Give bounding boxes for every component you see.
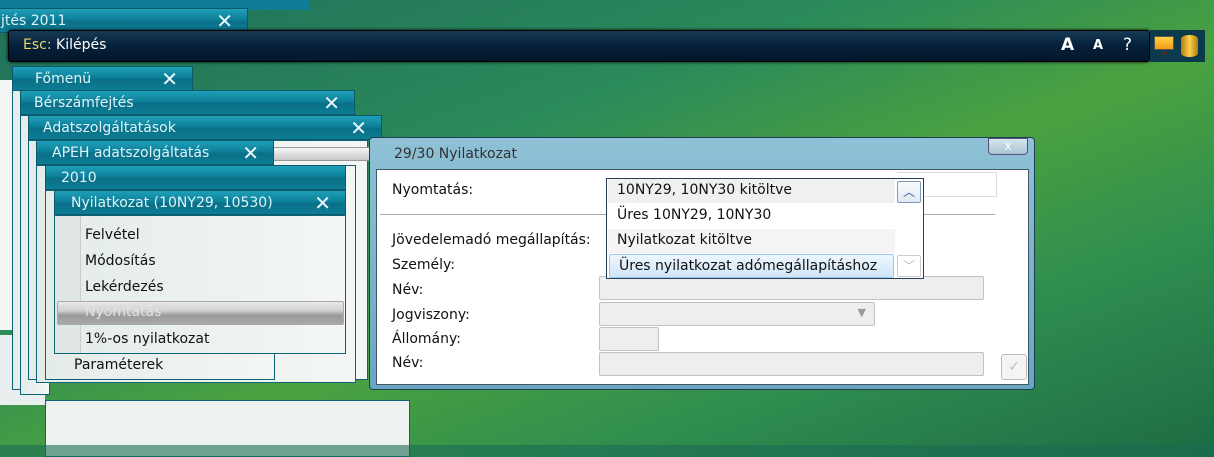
menu-item-parameterek[interactable]: Paraméterek xyxy=(74,357,163,373)
help-button[interactable]: ? xyxy=(1123,35,1132,55)
close-icon[interactable]: ✕ xyxy=(242,141,259,166)
chevron-down-icon: ▼ xyxy=(857,306,866,319)
dropdown-option[interactable]: Nyilatkozat kitöltve xyxy=(608,229,895,253)
window-2010[interactable]: 2010 xyxy=(45,165,346,190)
window-adatszolgaltatasok[interactable]: Adatszolgáltatások ✕ xyxy=(28,115,382,140)
close-icon[interactable]: ✕ xyxy=(323,91,340,116)
staff-field[interactable] xyxy=(599,327,659,351)
window-title-text: 2010 xyxy=(61,170,97,186)
chevron-down-icon: ﹀ xyxy=(897,255,921,277)
nyilatkozat-dialog: 29/30 Nyilatkozat x Nyomtatás: Jövedelem… xyxy=(369,137,1035,390)
menu-item-modositas[interactable]: Módosítás xyxy=(85,253,156,269)
exit-label: Kilépés xyxy=(56,37,107,53)
window-apeh[interactable]: APEH adatszolgáltatás ✕ xyxy=(36,140,274,165)
dialog-title: 29/30 Nyilatkozat xyxy=(394,146,517,162)
dialog-close-button[interactable]: x xyxy=(988,138,1028,155)
nyilatkozat-menu: Felvétel Módosítás Lekérdezés Nyomtatás … xyxy=(54,215,346,354)
exit-button[interactable]: Esc: Kilépés xyxy=(23,37,106,53)
menu-item-1-percent[interactable]: 1%-os nyilatkozat xyxy=(85,331,209,347)
monitor-icon[interactable] xyxy=(1154,36,1174,50)
monitor-stand-icon xyxy=(1161,51,1167,55)
person-field[interactable] xyxy=(599,276,984,300)
staff-label: Állomány: xyxy=(392,331,461,347)
menu-gutter xyxy=(55,216,81,353)
relation-label: Jogviszony: xyxy=(392,307,470,323)
close-icon[interactable]: ✕ xyxy=(350,116,367,141)
window-nyilatkozat[interactable]: Nyilatkozat (10NY29, 10530) ✕ xyxy=(54,190,346,215)
confirm-button[interactable]: ✓ xyxy=(1001,354,1027,380)
menu-item-nyomtatas[interactable]: Nyomtatás xyxy=(57,301,344,325)
menu-item-lekerdezes[interactable]: Lekérdezés xyxy=(85,279,164,295)
tax-label: Jövedelemadó megállapítás: xyxy=(392,232,591,248)
background-strip xyxy=(0,445,1214,457)
window-title-text: Főmenü xyxy=(35,71,92,87)
top-toolbar: Esc: Kilépés A A ? xyxy=(8,30,1150,62)
chevron-up-icon[interactable]: ︿ xyxy=(897,181,921,203)
font-large-button[interactable]: A xyxy=(1061,35,1074,55)
database-icon[interactable] xyxy=(1181,35,1198,57)
close-icon[interactable]: ✕ xyxy=(161,67,178,92)
dropdown-selected[interactable]: 10NY29, 10NY30 kitöltve xyxy=(608,179,895,203)
window-title-text: Nyilatkozat (10NY29, 10530) xyxy=(71,195,273,211)
name2-field[interactable] xyxy=(599,352,984,376)
close-icon[interactable]: ✕ xyxy=(314,191,331,216)
window-fomenu[interactable]: Főmenü ✕ xyxy=(12,66,193,91)
dialog-body: Nyomtatás: Jövedelemadó megállapítás: Sz… xyxy=(376,169,1029,385)
name2-label: Név: xyxy=(392,355,424,371)
name-label: Név: xyxy=(392,282,424,298)
dropdown-option[interactable]: Üres 10NY29, 10NY30 xyxy=(608,204,895,228)
person-label: Személy: xyxy=(392,257,455,273)
font-small-button[interactable]: A xyxy=(1093,38,1103,53)
window-title-text: jtés 2011 xyxy=(1,13,67,29)
gray-bar xyxy=(270,147,370,161)
menu-item-felvetel[interactable]: Felvétel xyxy=(85,227,140,243)
print-dropdown[interactable]: 10NY29, 10NY30 kitöltve ︿ Üres 10NY29, 1… xyxy=(606,178,924,279)
window-title-text: Adatszolgáltatások xyxy=(43,120,176,136)
status-icons xyxy=(1150,30,1205,62)
checkmark-icon: ✓ xyxy=(1008,359,1020,375)
relation-select[interactable]: ▼ xyxy=(599,302,875,326)
menu-item-label: Nyomtatás xyxy=(85,304,162,320)
window-title-text: APEH adatszolgáltatás xyxy=(52,145,210,161)
print-label: Nyomtatás: xyxy=(392,182,474,198)
window-berszamfejtes[interactable]: Bérszámfejtés ✕ xyxy=(20,90,355,115)
window-title-text: Bérszámfejtés xyxy=(34,95,134,111)
dropdown-option-hovered[interactable]: Üres nyilatkozat adómegállapításhoz xyxy=(609,254,894,278)
esc-key-label: Esc: xyxy=(23,37,52,53)
